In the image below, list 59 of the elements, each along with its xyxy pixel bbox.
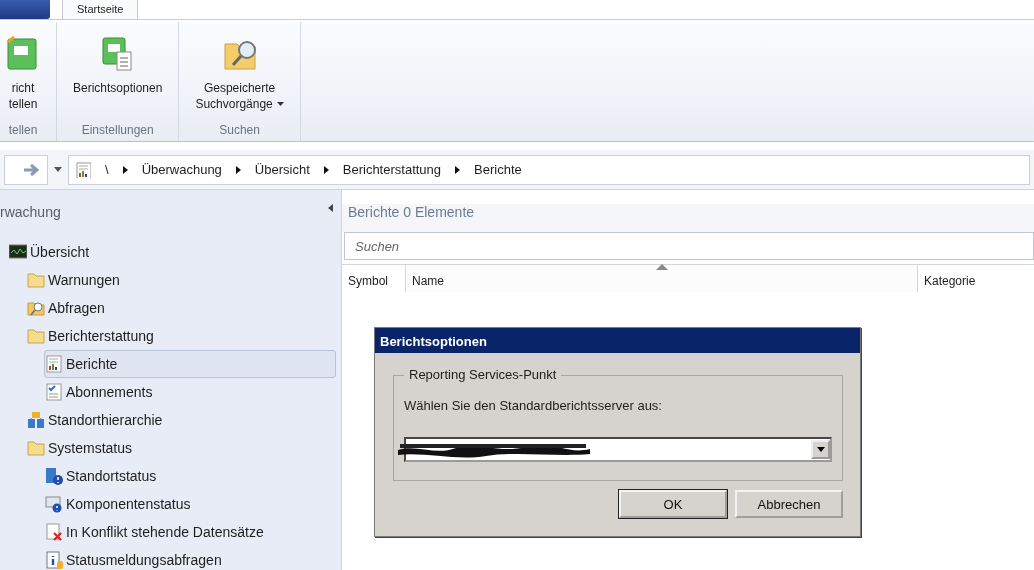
workspace-title: rwachung	[0, 204, 61, 220]
computer-alert-icon	[45, 495, 63, 513]
folder-icon	[27, 271, 45, 289]
dialog-title: Berichtsoptionen	[375, 328, 860, 353]
chevron-icon	[235, 165, 241, 174]
tree-item[interactable]: Abonnements	[44, 378, 336, 406]
tree-item[interactable]: Standorthierarchie	[26, 406, 336, 434]
breadcrumb[interactable]: \	[105, 162, 109, 177]
ribbon-tab[interactable]: Startseite	[62, 0, 139, 19]
folder-icon	[27, 439, 45, 457]
info-document-icon	[45, 551, 63, 569]
tree-item[interactable]: Systemstatus	[26, 434, 336, 462]
tree-item[interactable]: In Konflikt stehende Datensätze	[44, 518, 336, 546]
monitor-icon	[9, 243, 27, 261]
group-label: Einstellungen	[80, 123, 155, 139]
ribbon-button[interactable]: Berichtsoptionen	[67, 22, 169, 123]
forward-button[interactable]	[4, 154, 48, 185]
group-label: Reporting Services-Punkt	[404, 367, 562, 382]
dropdown-arrow-icon	[816, 447, 825, 452]
dialog-button[interactable]: OK	[619, 490, 727, 518]
document-error-icon	[45, 523, 63, 541]
folder-icon	[27, 327, 45, 345]
breadcrumb[interactable]: Überwachung	[141, 162, 222, 177]
report-icon	[6, 36, 40, 72]
tree-item[interactable]: Berichte	[44, 350, 336, 378]
breadcrumb[interactable]: Berichterstattung	[342, 162, 442, 177]
report-options-icon	[100, 36, 135, 72]
tree-item[interactable]: Warnungen	[26, 266, 336, 294]
dropdown-caret-icon	[276, 102, 284, 106]
buildings-icon	[27, 411, 45, 429]
tree-item[interactable]: Komponentenstatus	[44, 490, 336, 518]
collapse-arrow-icon	[328, 204, 333, 212]
search-field[interactable]: Suchen	[344, 232, 1034, 260]
chevron-icon	[122, 165, 128, 174]
forward-arrow-icon	[23, 162, 41, 177]
caret-icon	[54, 167, 62, 172]
report-icon	[75, 161, 91, 178]
sort-arrow-icon	[655, 264, 668, 270]
breadcrumb[interactable]: Berichte	[474, 162, 522, 177]
list-title: Berichte 0 Elemente	[342, 204, 1034, 232]
folder-search-icon	[27, 299, 45, 317]
tree-item[interactable]: Standortstatus	[44, 462, 336, 490]
checklist-icon	[45, 383, 63, 401]
tree-item[interactable]: Übersicht	[8, 238, 336, 266]
ribbon-button[interactable]: richt tellen	[0, 22, 46, 123]
tree-item[interactable]: Statusmeldungsabfragen	[44, 546, 336, 570]
prompt-text: Wählen Sie den Standardberichtsserver aus:	[404, 398, 663, 413]
dialog-button[interactable]: Abbrechen	[735, 490, 843, 518]
breadcrumb[interactable]: Übersicht	[254, 162, 310, 177]
chevron-icon	[323, 165, 329, 174]
chevron-icon	[455, 165, 461, 174]
group-label: tellen	[7, 123, 39, 139]
ribbon-button[interactable]: Gespeicherte Suchvorgänge	[189, 22, 290, 123]
group-label: Suchen	[218, 123, 261, 139]
tree-item[interactable]: Berichterstattung	[26, 322, 336, 350]
building-alert-icon	[45, 467, 63, 485]
report-icon	[45, 355, 63, 373]
tree-item[interactable]: Abfragen	[26, 294, 336, 322]
address-bar[interactable]: \ Überwachung Übersicht Berichterstattung Berichte	[68, 154, 1030, 185]
